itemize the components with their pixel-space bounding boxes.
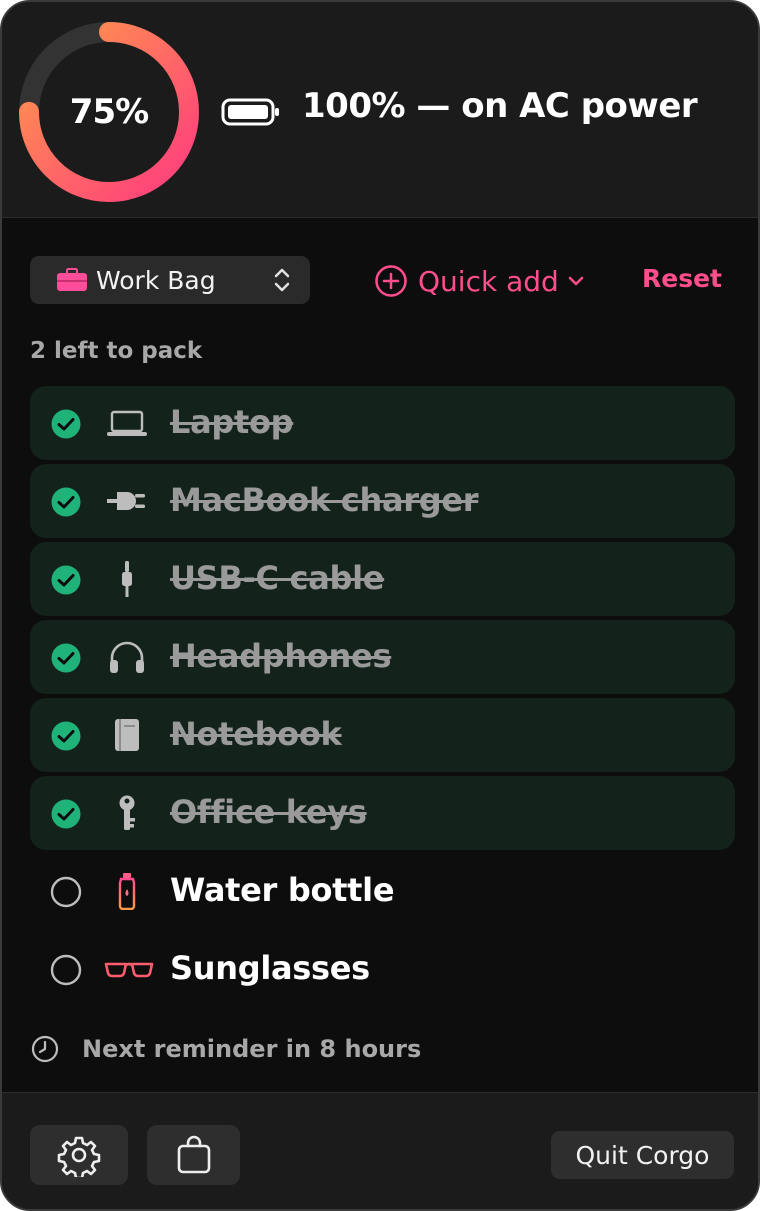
chevron-down-icon	[568, 276, 584, 286]
checked-circle-icon[interactable]	[50, 720, 82, 752]
key-icon	[104, 794, 150, 832]
packing-item-label: Water bottle	[170, 871, 395, 909]
headphones-icon	[104, 638, 150, 676]
water-bottle-icon	[104, 872, 150, 911]
quick-add-label: Quick add	[418, 264, 559, 298]
book-icon	[104, 716, 150, 754]
power-status-text: 100% — on AC power	[302, 86, 698, 126]
battery-icon	[221, 98, 279, 126]
packing-item[interactable]: MacBook charger	[30, 464, 735, 538]
packing-item[interactable]: Laptop	[30, 386, 735, 460]
quit-button[interactable]: Quit Corgo	[551, 1131, 734, 1179]
briefcase-icon	[57, 268, 87, 291]
packing-item-label: Laptop	[170, 403, 294, 441]
unchecked-circle-icon[interactable]	[50, 876, 82, 908]
battery-percent-label: 75%	[69, 92, 149, 132]
checked-circle-icon[interactable]	[50, 642, 82, 674]
checked-circle-icon[interactable]	[50, 798, 82, 830]
bag-selector[interactable]: Work Bag	[30, 256, 310, 304]
plug-icon	[104, 482, 150, 520]
packing-item[interactable]: Notebook	[30, 698, 735, 772]
packing-item[interactable]: Water bottle	[30, 854, 735, 928]
chevron-up-down-icon	[274, 268, 290, 292]
plus-circle-icon	[375, 265, 407, 297]
bag-selector-value: Work Bag	[96, 266, 216, 295]
packing-item-label: Sunglasses	[170, 949, 370, 987]
quick-add-button[interactable]: Quick add	[374, 260, 585, 302]
reminder-row: Next reminder in 8 hours	[30, 1032, 421, 1066]
cable-icon	[104, 560, 150, 598]
checked-circle-icon[interactable]	[50, 408, 82, 440]
reminder-text: Next reminder in 8 hours	[82, 1035, 422, 1063]
gear-icon	[57, 1136, 101, 1177]
laptop-icon	[104, 404, 150, 442]
packing-list: Laptop MacBook charger USB-C cable Headphon…	[30, 386, 735, 1010]
packing-item[interactable]: USB-C cable	[30, 542, 735, 616]
settings-button[interactable]	[30, 1125, 128, 1185]
checked-circle-icon[interactable]	[50, 486, 82, 518]
items-left-count: 2 left to pack	[30, 338, 203, 364]
checked-circle-icon[interactable]	[50, 564, 82, 596]
packing-item-label: USB-C cable	[170, 559, 385, 597]
clock-icon	[31, 1035, 59, 1063]
battery-header: 75% 100% — on AC power	[2, 2, 758, 218]
reset-button[interactable]: Reset	[642, 264, 722, 293]
packing-item[interactable]: Headphones	[30, 620, 735, 694]
app-window: 75% 100% — on AC power Work Bag Quick ad…	[0, 0, 760, 1211]
footer-bar: Quit Corgo	[2, 1092, 758, 1209]
packing-item-label: Headphones	[170, 637, 392, 675]
packing-item-label: MacBook charger	[170, 481, 479, 519]
packing-item-label: Office keys	[170, 793, 367, 831]
packing-item-label: Notebook	[170, 715, 342, 753]
sunglasses-icon	[104, 950, 154, 988]
shopping-bag-icon	[177, 1135, 210, 1174]
packing-item[interactable]: Office keys	[30, 776, 735, 850]
unchecked-circle-icon[interactable]	[50, 954, 82, 986]
packing-item[interactable]: Sunglasses	[30, 932, 735, 1006]
bag-button[interactable]	[147, 1125, 240, 1185]
